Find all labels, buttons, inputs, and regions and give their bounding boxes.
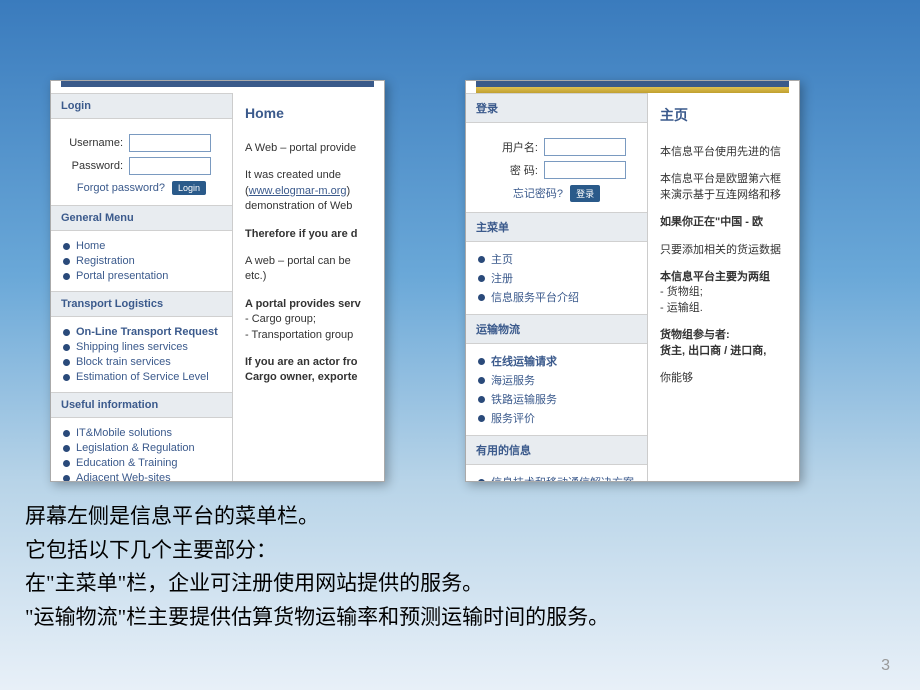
content-p1: A Web – portal provide — [245, 141, 372, 156]
english-portal-screenshot: Login Username: Password: Forgot passwor… — [50, 80, 385, 482]
menu-education[interactable]: Education & Training — [76, 457, 178, 469]
password-label: Password: — [61, 160, 123, 172]
bullet-icon — [63, 445, 70, 452]
useful-header: Useful information — [51, 392, 232, 418]
password-input[interactable] — [129, 157, 211, 175]
menu-portal-presentation-zh[interactable]: 信息服务平台介绍 — [491, 289, 579, 305]
general-menu-header: General Menu — [51, 205, 232, 231]
password-label-zh: 密 码: — [476, 162, 538, 178]
content-zh-p7: 你能够 — [660, 371, 787, 386]
content-title: Home — [245, 105, 372, 121]
bullet-icon — [478, 256, 485, 263]
username-input-zh[interactable] — [544, 138, 626, 156]
bullet-icon — [63, 374, 70, 381]
content-zh-p1: 本信息平台使用先进的信 — [660, 145, 787, 160]
content-zh-p6: 货物组参与者:货主, 出口商 / 进口商, — [660, 328, 787, 359]
username-input[interactable] — [129, 134, 211, 152]
bullet-icon — [63, 475, 70, 482]
menu-shipping-zh[interactable]: 海运服务 — [491, 372, 535, 388]
login-button-zh[interactable]: 登录 — [570, 185, 600, 202]
useful-menu-list-zh: 信息技术和移动通信解决方案 法律和规查 教育和培训 邻近站点 联系 — [466, 465, 647, 482]
useful-header-zh: 有用的信息 — [466, 435, 647, 465]
content-zh-p5: 本信息平台主要为两组- 货物组;- 运输组. — [660, 270, 787, 316]
sidebar-zh: 登录 用户名: 密 码: 忘记密码? 登录 主菜单 — [466, 93, 648, 482]
content-p4: A web – portal can be etc.) — [245, 254, 372, 285]
slide-caption: 屏幕左侧是信息平台的菜单栏。 它包括以下几个主要部分： 在"主菜单"栏，企业可注… — [25, 500, 609, 634]
menu-estimation-zh[interactable]: 服务评价 — [491, 410, 535, 426]
menu-adjacent[interactable]: Adjacent Web-sites — [76, 472, 171, 482]
bullet-icon — [63, 344, 70, 351]
bullet-icon — [63, 430, 70, 437]
menu-legislation[interactable]: Legislation & Regulation — [76, 442, 195, 454]
menu-block-train-zh[interactable]: 铁路运输服务 — [491, 391, 557, 407]
menu-shipping[interactable]: Shipping lines services — [76, 341, 188, 353]
content-zh-p4: 只要添加相关的货运数据 — [660, 243, 787, 258]
content-zh-p3: 如果你正在"中国 - 欧 — [660, 215, 787, 230]
caption-line-2: 它包括以下几个主要部分： — [25, 534, 609, 568]
caption-line-3: 在"主菜单"栏，企业可注册使用网站提供的服务。 — [25, 567, 609, 601]
menu-registration[interactable]: Registration — [76, 255, 135, 267]
general-menu-list-zh: 主页 注册 信息服务平台介绍 — [466, 242, 647, 314]
menu-it-mobile-zh[interactable]: 信息技术和移动通信解决方案 — [491, 474, 634, 482]
bullet-icon — [478, 358, 485, 365]
content-title-zh: 主页 — [660, 105, 787, 125]
forgot-password-link-zh[interactable]: 忘记密码? — [513, 188, 563, 200]
menu-estimation[interactable]: Estimation of Service Level — [76, 371, 209, 383]
menu-transport-request[interactable]: On-Line Transport Request — [76, 326, 218, 338]
useful-menu-list: IT&Mobile solutions Legislation & Regula… — [51, 418, 232, 482]
menu-block-train[interactable]: Block train services — [76, 356, 171, 368]
bullet-icon — [63, 243, 70, 250]
transport-menu-list: On-Line Transport Request Shipping lines… — [51, 317, 232, 392]
password-input-zh[interactable] — [544, 161, 626, 179]
page-number: 3 — [881, 657, 890, 675]
username-label: Username: — [61, 137, 123, 149]
bullet-icon — [63, 329, 70, 336]
bullet-icon — [63, 359, 70, 366]
transport-header: Transport Logistics — [51, 291, 232, 317]
chinese-portal-screenshot: 登录 用户名: 密 码: 忘记密码? 登录 主菜单 — [465, 80, 800, 482]
username-label-zh: 用户名: — [476, 139, 538, 155]
login-header-zh: 登录 — [466, 93, 647, 123]
general-menu-header-zh: 主菜单 — [466, 212, 647, 242]
bullet-icon — [478, 415, 485, 422]
caption-line-1: 屏幕左侧是信息平台的菜单栏。 — [25, 500, 609, 534]
menu-it-mobile[interactable]: IT&Mobile solutions — [76, 427, 172, 439]
bullet-icon — [478, 275, 485, 282]
general-menu-list: Home Registration Portal presentation — [51, 231, 232, 291]
content-p3: Therefore if you are d — [245, 227, 372, 242]
login-header: Login — [51, 93, 232, 119]
bullet-icon — [63, 258, 70, 265]
bullet-icon — [63, 460, 70, 467]
transport-menu-list-zh: 在线运输请求 海运服务 铁路运输服务 服务评价 — [466, 344, 647, 435]
content-p5: A portal provides serv- Cargo group;- Tr… — [245, 297, 372, 343]
sidebar-en: Login Username: Password: Forgot passwor… — [51, 93, 233, 482]
menu-home-zh[interactable]: 主页 — [491, 251, 513, 267]
content-zh-p2: 本信息平台是欧盟第六框 来演示基于互连网络和移 — [660, 172, 787, 203]
login-button[interactable]: Login — [172, 181, 206, 195]
menu-portal-presentation[interactable]: Portal presentation — [76, 270, 168, 282]
forgot-password-link[interactable]: Forgot password? — [77, 182, 165, 194]
menu-transport-request-zh[interactable]: 在线运输请求 — [491, 353, 557, 369]
content-p2: It was created unde (www.elogmar-m.org) … — [245, 168, 372, 214]
content-p6: If you are an actor froCargo owner, expo… — [245, 355, 372, 386]
menu-home[interactable]: Home — [76, 240, 105, 252]
elogmar-link[interactable]: www.elogmar-m.org — [249, 185, 347, 197]
transport-header-zh: 运输物流 — [466, 314, 647, 344]
caption-line-4: "运输物流"栏主要提供估算货物运输率和预测运输时间的服务。 — [25, 601, 609, 635]
menu-registration-zh[interactable]: 注册 — [491, 270, 513, 286]
bullet-icon — [478, 396, 485, 403]
bullet-icon — [63, 273, 70, 280]
bullet-icon — [478, 294, 485, 301]
content-en: Home A Web – portal provide It was creat… — [233, 93, 384, 482]
content-zh: 主页 本信息平台使用先进的信 本信息平台是欧盟第六框 来演示基于互连网络和移 如… — [648, 93, 799, 482]
bullet-icon — [478, 377, 485, 384]
bullet-icon — [478, 479, 485, 483]
